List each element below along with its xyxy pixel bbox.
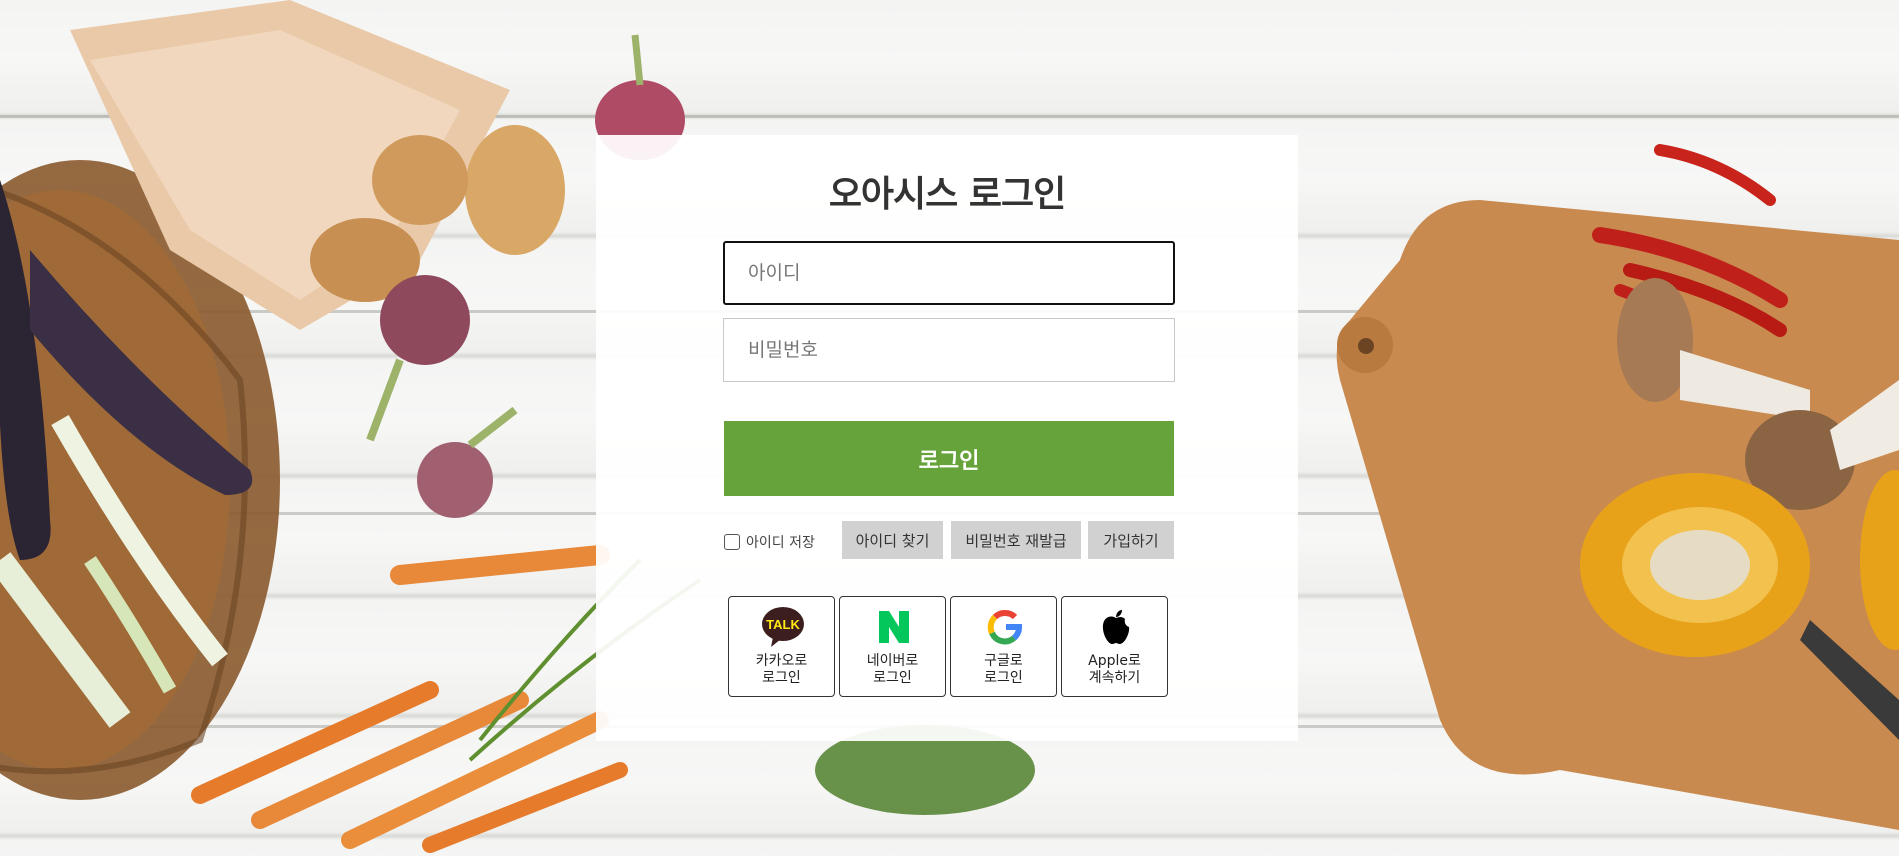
google-login-button[interactable]: 구글로 로그인 xyxy=(950,596,1057,697)
page-title: 오아시스 로그인 xyxy=(828,174,1066,215)
naver-login-button[interactable]: 네이버로 로그인 xyxy=(839,596,946,697)
password-input[interactable] xyxy=(723,318,1175,382)
id-input[interactable] xyxy=(723,241,1175,305)
naver-icon xyxy=(879,611,909,643)
save-id-checkbox[interactable]: 아이디 저장 xyxy=(724,532,815,552)
naver-login-label: 네이버로 로그인 xyxy=(866,653,919,686)
find-id-button[interactable]: 아이디 찾기 xyxy=(842,521,943,559)
checkbox-box[interactable] xyxy=(724,534,740,550)
signup-button[interactable]: 가입하기 xyxy=(1088,521,1174,559)
apple-login-label: Apple로 계속하기 xyxy=(1088,653,1141,686)
kakao-talk-icon: TALK xyxy=(762,607,804,647)
svg-text:TALK: TALK xyxy=(766,617,800,632)
save-id-label: 아이디 저장 xyxy=(746,535,815,551)
apple-icon xyxy=(1102,610,1130,644)
reset-password-button[interactable]: 비밀번호 재발급 xyxy=(951,521,1081,559)
kakao-login-label: 카카오로 로그인 xyxy=(755,653,808,686)
google-icon xyxy=(987,610,1022,645)
login-panel: 오아시스 로그인 로그인 아이디 저장 아이디 찾기 비밀번호 재발급 가입하기… xyxy=(596,135,1298,741)
google-login-label: 구글로 로그인 xyxy=(984,653,1023,686)
kakao-login-button[interactable]: TALK 카카오로 로그인 xyxy=(728,596,835,697)
login-button[interactable]: 로그인 xyxy=(724,421,1174,496)
apple-login-button[interactable]: Apple로 계속하기 xyxy=(1061,596,1168,697)
